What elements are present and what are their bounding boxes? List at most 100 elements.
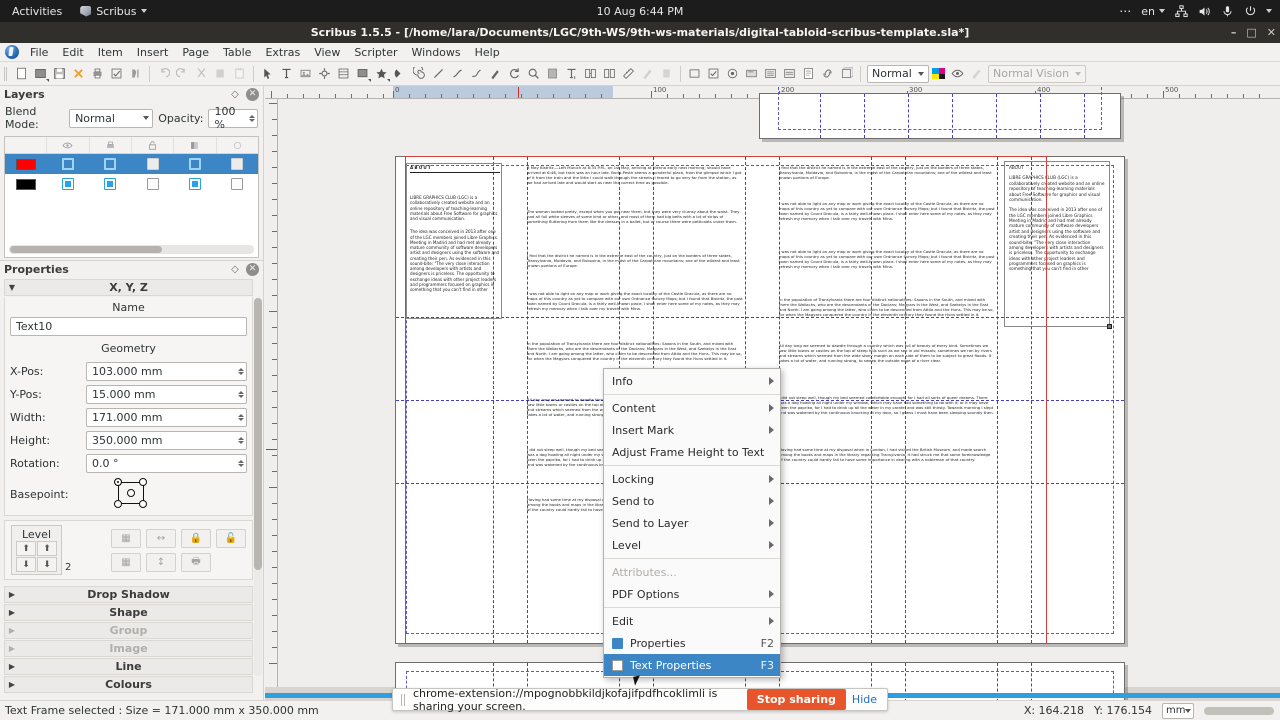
layer-outline-checkbox[interactable] xyxy=(216,154,258,174)
table-row[interactable] xyxy=(5,154,258,174)
preview-mode-combobox[interactable]: Normal xyxy=(867,64,929,83)
print-icon[interactable] xyxy=(88,64,107,83)
close-icon[interactable]: ✕ xyxy=(246,263,259,276)
canvas-horizontal-scrollbar[interactable] xyxy=(1204,706,1274,715)
activities-button[interactable]: Activities xyxy=(0,5,74,18)
pdf-checkbox-icon[interactable] xyxy=(704,64,723,83)
context-menu-item-text-properties[interactable]: Text Properties F3 xyxy=(604,654,780,686)
layer-lock-checkbox[interactable] xyxy=(132,174,174,194)
undock-icon[interactable]: ◇ xyxy=(229,264,241,276)
menu-windows[interactable]: Windows xyxy=(405,44,468,61)
layer-outline-checkbox[interactable] xyxy=(216,174,258,194)
layer-print-checkbox[interactable] xyxy=(89,154,131,174)
insert-arc-icon[interactable] xyxy=(391,64,410,83)
raise-button[interactable]: ⬆ xyxy=(16,541,36,556)
context-menu-item-content[interactable]: Content xyxy=(604,397,780,419)
layer-flow-checkbox[interactable] xyxy=(174,174,216,194)
context-menu-item-insert-mark[interactable]: Insert Mark xyxy=(604,419,780,441)
section-line[interactable]: ▶ Line xyxy=(4,658,253,675)
stop-sharing-button[interactable]: Stop sharing xyxy=(746,689,846,710)
lock-item-icon[interactable]: 🔒 xyxy=(181,528,211,548)
zoom-icon[interactable] xyxy=(524,64,543,83)
measurements-icon[interactable] xyxy=(619,64,638,83)
section-colours[interactable]: ▶ Colours xyxy=(4,676,253,693)
basepoint-selector[interactable] xyxy=(114,478,150,510)
chevron-down-icon[interactable] xyxy=(1266,9,1272,13)
horizontal-scrollbar[interactable] xyxy=(9,245,254,254)
ungroup-grid-icon[interactable]: ▦ xyxy=(111,552,141,572)
menu-item[interactable]: Item xyxy=(91,44,130,61)
power-icon[interactable] xyxy=(1243,4,1257,18)
unlink-text-frames-icon[interactable] xyxy=(600,64,619,83)
pdf-3d-annotation-icon[interactable] xyxy=(837,64,856,83)
hide-button[interactable]: Hide xyxy=(852,693,887,706)
undock-icon[interactable]: ◇ xyxy=(229,89,241,101)
insert-polygon-icon[interactable] xyxy=(372,64,391,83)
layer-print-checkbox[interactable] xyxy=(89,174,131,194)
table-row[interactable] xyxy=(5,174,258,194)
link-text-frames-icon[interactable] xyxy=(581,64,600,83)
checkbox-icon[interactable] xyxy=(612,659,623,671)
insert-render-frame-icon[interactable] xyxy=(315,64,334,83)
opacity-spinbox[interactable]: 100 % xyxy=(208,105,258,131)
pdf-listbox-icon[interactable] xyxy=(761,64,780,83)
name-input[interactable]: Text10 xyxy=(10,317,247,336)
copy-item-properties-icon[interactable] xyxy=(638,64,657,83)
section-xyz[interactable]: ▼ X, Y, Z xyxy=(4,279,253,296)
preflight-verifier-icon[interactable] xyxy=(107,64,126,83)
blend-mode-select[interactable]: Normal xyxy=(69,108,154,128)
properties-scroll-area[interactable]: ▼ X, Y, Z Name Text10 Geometry X-Pos: 10… xyxy=(0,278,263,698)
menu-help[interactable]: Help xyxy=(468,44,507,61)
checkbox-icon[interactable] xyxy=(612,637,623,649)
menu-view[interactable]: View xyxy=(307,44,347,61)
open-document-icon[interactable] xyxy=(31,64,50,83)
insert-spiral-icon[interactable] xyxy=(410,64,429,83)
context-menu[interactable]: Info Content Insert Mark Adjust Frame He… xyxy=(603,368,781,686)
close-icon[interactable]: ✕ xyxy=(246,88,259,101)
vertical-ruler[interactable] xyxy=(265,99,278,687)
vertical-scrollbar[interactable] xyxy=(254,298,262,676)
drag-handle-icon[interactable] xyxy=(399,693,409,706)
menu-scripter[interactable]: Scripter xyxy=(347,44,404,61)
layer-color-swatch[interactable] xyxy=(5,154,47,174)
insert-bezier-curve-icon[interactable] xyxy=(448,64,467,83)
insert-image-frame-icon[interactable] xyxy=(296,64,315,83)
insert-table-icon[interactable] xyxy=(334,64,353,83)
minimize-button[interactable]: – xyxy=(1231,26,1237,39)
toolbar-grip[interactable] xyxy=(3,65,9,83)
menu-page[interactable]: Page xyxy=(175,44,216,61)
pdf-link-annotation-icon[interactable] xyxy=(818,64,837,83)
page-previous[interactable] xyxy=(759,86,1121,139)
lower-to-bottom-button[interactable]: ⬇ xyxy=(37,557,57,572)
context-menu-item-info[interactable]: Info xyxy=(604,370,780,392)
keyboard-language-indicator[interactable]: en xyxy=(1141,5,1165,18)
visual-appearance-icon[interactable] xyxy=(948,64,967,83)
layer-flow-checkbox[interactable] xyxy=(174,154,216,174)
rotation-input[interactable]: 0.0 ° xyxy=(86,454,247,473)
spinner-arrows[interactable] xyxy=(246,114,255,122)
cut-icon[interactable] xyxy=(192,64,211,83)
flip-horizontal-icon[interactable]: ↔ xyxy=(146,528,176,548)
layer-visible-checkbox[interactable] xyxy=(47,174,89,194)
ypos-input[interactable]: 15.000 mm xyxy=(86,385,247,404)
menu-file[interactable]: File xyxy=(23,44,55,61)
insert-freehand-line-icon[interactable] xyxy=(467,64,486,83)
menu-table[interactable]: Table xyxy=(216,44,258,61)
insert-text-frame-icon[interactable] xyxy=(277,64,296,83)
close-document-icon[interactable] xyxy=(69,64,88,83)
color-vision-combobox[interactable]: Normal Vision xyxy=(988,64,1087,83)
insert-shape-icon[interactable] xyxy=(353,64,372,83)
group-grid-icon[interactable]: ▦ xyxy=(111,528,141,548)
app-menu-scribus[interactable]: Scribus xyxy=(74,5,153,18)
new-document-icon[interactable] xyxy=(12,64,31,83)
ellipsis-icon[interactable]: ⋯ xyxy=(1118,4,1132,18)
layers-table[interactable] xyxy=(4,136,259,258)
context-menu-item-adjust-frame-height[interactable]: Adjust Frame Height to Text xyxy=(604,441,780,463)
context-menu-item-send-to-layer[interactable]: Send to Layer xyxy=(604,512,780,534)
raise-to-top-button[interactable]: ⬆ xyxy=(37,541,57,556)
close-button[interactable]: ✕ xyxy=(1267,26,1276,39)
context-menu-item-locking[interactable]: Locking xyxy=(604,468,780,490)
menu-insert[interactable]: Insert xyxy=(130,44,176,61)
layer-lock-checkbox[interactable] xyxy=(132,154,174,174)
context-menu-item-edit[interactable]: Edit xyxy=(604,610,780,632)
